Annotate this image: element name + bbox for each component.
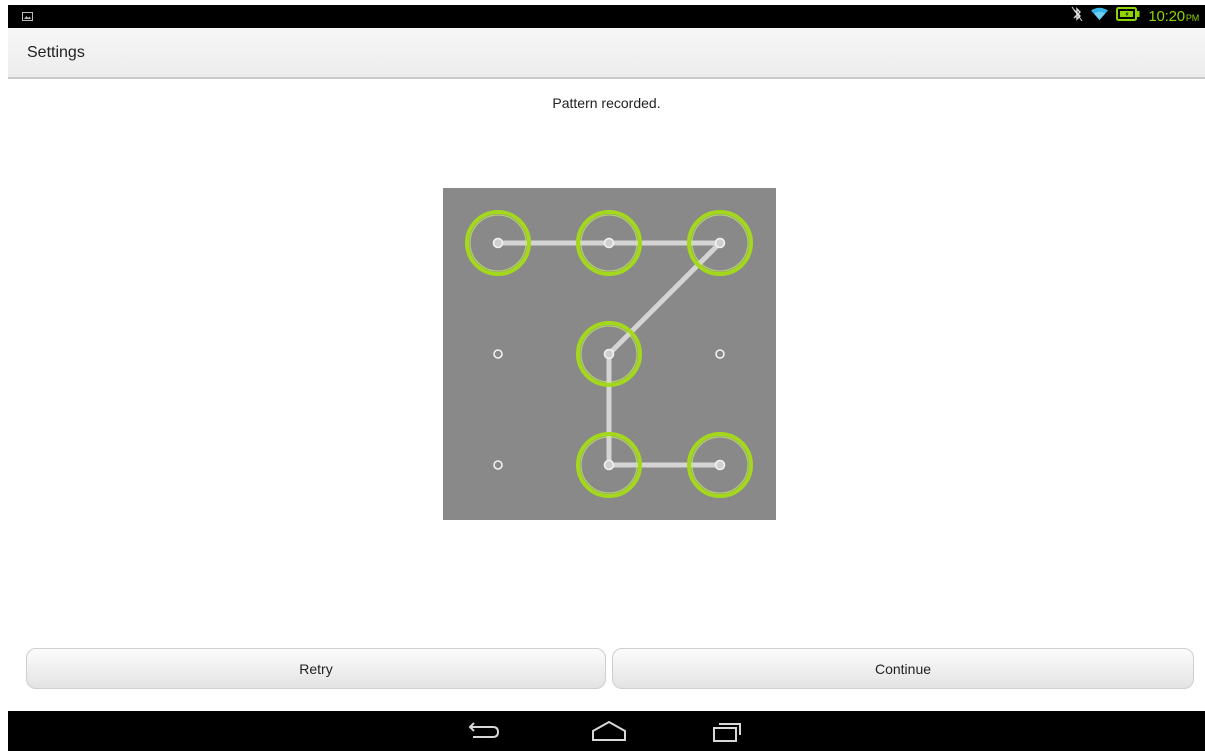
back-icon[interactable] — [465, 719, 501, 748]
pattern-dot-center — [603, 459, 615, 471]
status-bar: 10:20PM — [8, 5, 1205, 28]
status-clock: 10:20PM — [1148, 8, 1199, 25]
home-icon[interactable] — [591, 719, 627, 748]
lock-pattern-view[interactable] — [443, 188, 776, 520]
action-bar: Settings — [8, 28, 1205, 79]
wifi-icon — [1091, 7, 1109, 26]
picture-icon — [22, 9, 33, 27]
continue-button[interactable]: Continue — [612, 648, 1194, 689]
bluetooth-icon — [1071, 6, 1083, 27]
pattern-dot-center — [603, 237, 615, 249]
pattern-dot-center — [714, 237, 726, 249]
battery-icon — [1116, 7, 1140, 26]
retry-button[interactable]: Retry — [26, 648, 606, 689]
main-content: Pattern recorded. Retry Continue — [8, 81, 1205, 711]
pattern-dot-center — [715, 349, 725, 359]
pattern-dot-1-0[interactable] — [493, 349, 503, 359]
page-title: Settings — [27, 44, 85, 61]
navigation-bar — [8, 711, 1205, 751]
pattern-canvas[interactable] — [443, 188, 776, 520]
pattern-status-message: Pattern recorded. — [552, 95, 661, 111]
pattern-dot-1-2[interactable] — [715, 349, 725, 359]
footer-buttons: Retry Continue — [26, 648, 1194, 689]
pattern-dot-2-0[interactable] — [493, 460, 503, 470]
pattern-dot-center — [714, 459, 726, 471]
pattern-dot-center — [603, 348, 615, 360]
pattern-dot-center — [493, 349, 503, 359]
pattern-dot-center — [493, 460, 503, 470]
pattern-dot-center — [492, 237, 504, 249]
recent-apps-icon[interactable] — [711, 719, 747, 748]
